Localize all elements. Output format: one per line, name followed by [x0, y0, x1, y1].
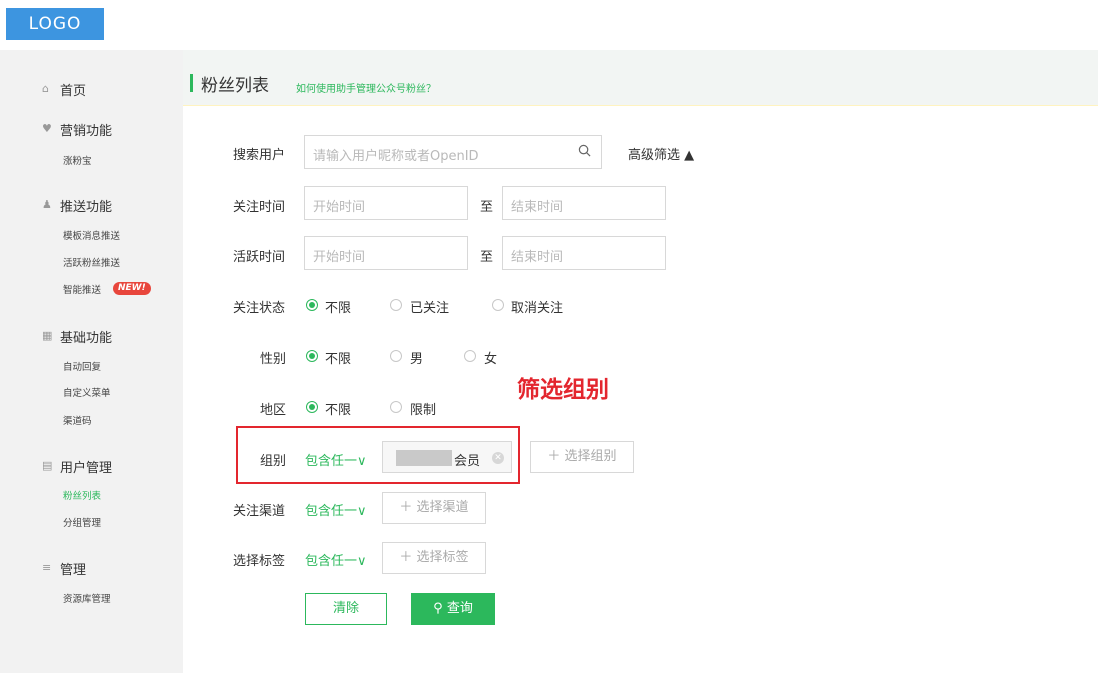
- page-title: 粉丝列表: [201, 76, 269, 96]
- layers-icon: ≡: [42, 561, 52, 574]
- new-badge: NEW!: [113, 282, 151, 295]
- gender-radio-any[interactable]: [306, 350, 318, 362]
- follow-status-label: 关注状态: [233, 301, 286, 316]
- sidebar-group-marketing[interactable]: 营销功能: [60, 120, 112, 139]
- sidebar-item-template-push[interactable]: 模板消息推送: [63, 228, 120, 242]
- channel-match-dropdown[interactable]: 包含任一∨: [305, 500, 367, 519]
- region-option-restrict[interactable]: 限制: [410, 399, 436, 418]
- close-icon[interactable]: ✕: [492, 452, 504, 464]
- search-icon[interactable]: [578, 144, 591, 157]
- sidebar-item-fans-list[interactable]: 粉丝列表: [63, 488, 101, 502]
- heart-icon: ♥: [42, 122, 52, 135]
- top-bar: LOGO: [0, 0, 1098, 50]
- logo: LOGO: [6, 8, 104, 40]
- clear-button[interactable]: 清除: [305, 593, 387, 625]
- gender-option-female[interactable]: 女: [484, 348, 497, 367]
- sidebar-group-users[interactable]: 用户管理: [60, 457, 112, 476]
- select-group-button[interactable]: ＋ 选择组别: [530, 441, 634, 473]
- follow-status-radio-followed[interactable]: [390, 299, 402, 311]
- gender-option-male[interactable]: 男: [410, 348, 423, 367]
- region-radio-restrict[interactable]: [390, 401, 402, 413]
- active-time-separator: 至: [480, 250, 494, 265]
- search-placeholder: 请输入用户昵称或者OpenID: [313, 149, 479, 164]
- sidebar-item-auto-reply[interactable]: 自动回复: [63, 359, 101, 373]
- follow-status-radio-unfollowed[interactable]: [492, 299, 504, 311]
- group-tag-chip: 会员 ✕: [382, 441, 512, 473]
- group-label: 组别: [260, 454, 287, 469]
- channel-label: 关注渠道: [233, 504, 286, 519]
- sidebar-item-channel-code[interactable]: 渠道码: [63, 413, 92, 427]
- sidebar-group-push[interactable]: 推送功能: [60, 196, 112, 215]
- sidebar: ⌂ 首页 ♥ 营销功能 涨粉宝 ♟ 推送功能 模板消息推送 活跃粉丝推送 智能推…: [0, 50, 183, 673]
- follow-time-start-placeholder: 开始时间: [313, 200, 366, 215]
- tags-match-dropdown[interactable]: 包含任一∨: [305, 550, 367, 569]
- sidebar-group-manage[interactable]: 管理: [60, 559, 86, 578]
- search-input[interactable]: 请输入用户昵称或者OpenID: [304, 135, 602, 169]
- gender-label: 性别: [260, 352, 287, 367]
- home-icon: ⌂: [42, 82, 49, 95]
- region-option-any[interactable]: 不限: [325, 399, 351, 418]
- page-header: 粉丝列表 如何使用助手管理公众号粉丝？: [183, 50, 1098, 106]
- active-time-end-input[interactable]: 结束时间: [502, 236, 666, 270]
- gender-radio-male[interactable]: [390, 350, 402, 362]
- follow-status-option-unfollowed[interactable]: 取消关注: [511, 297, 563, 316]
- sidebar-item-zhangfenbao[interactable]: 涨粉宝: [63, 153, 92, 167]
- follow-time-start-input[interactable]: 开始时间: [304, 186, 468, 220]
- gender-option-any[interactable]: 不限: [325, 348, 351, 367]
- follow-status-option-any[interactable]: 不限: [325, 297, 351, 316]
- group-tag-label: 会员: [454, 454, 481, 469]
- region-label: 地区: [260, 403, 287, 418]
- follow-status-radio-any[interactable]: [306, 299, 318, 311]
- active-time-label: 活跃时间: [233, 250, 286, 265]
- select-channel-button[interactable]: ＋ 选择渠道: [382, 492, 486, 524]
- active-time-start-placeholder: 开始时间: [313, 250, 366, 265]
- advanced-filter-toggle[interactable]: 高级筛选 ▲: [628, 144, 694, 163]
- region-radio-any[interactable]: [306, 401, 318, 413]
- sidebar-item-smart-push[interactable]: 智能推送: [63, 282, 101, 296]
- sidebar-item-custom-menu[interactable]: 自定义菜单: [63, 385, 111, 399]
- query-icon: ⚲: [433, 601, 447, 616]
- help-link[interactable]: 如何使用助手管理公众号粉丝？: [296, 80, 436, 95]
- sidebar-item-active-fans-push[interactable]: 活跃粉丝推送: [63, 255, 120, 269]
- follow-time-separator: 至: [480, 200, 494, 215]
- gender-radio-female[interactable]: [464, 350, 476, 362]
- user-group-icon: ♟: [42, 198, 52, 211]
- query-button-label: 查询: [446, 601, 473, 616]
- follow-time-label: 关注时间: [233, 200, 286, 215]
- tags-label: 选择标签: [233, 554, 286, 569]
- sidebar-group-basic[interactable]: 基础功能: [60, 327, 112, 346]
- sidebar-item-resource-library[interactable]: 资源库管理: [63, 591, 111, 605]
- follow-time-end-placeholder: 结束时间: [511, 200, 564, 215]
- redacted-block: [396, 450, 452, 466]
- document-icon: ▤: [42, 459, 53, 472]
- active-time-start-input[interactable]: 开始时间: [304, 236, 468, 270]
- sidebar-item-group-manage[interactable]: 分组管理: [63, 515, 101, 529]
- annotation-text: 筛选组别: [517, 377, 609, 403]
- group-match-dropdown[interactable]: 包含任一∨: [305, 450, 367, 469]
- grid-icon: ▦: [42, 329, 53, 342]
- follow-time-end-input[interactable]: 结束时间: [502, 186, 666, 220]
- follow-status-option-followed[interactable]: 已关注: [410, 297, 449, 316]
- query-button[interactable]: ⚲ 查询: [411, 593, 495, 625]
- sidebar-item-home[interactable]: 首页: [60, 80, 86, 99]
- search-label: 搜索用户: [233, 148, 286, 163]
- select-tags-button[interactable]: ＋ 选择标签: [382, 542, 486, 574]
- title-accent-bar: [190, 74, 193, 92]
- active-time-end-placeholder: 结束时间: [511, 250, 564, 265]
